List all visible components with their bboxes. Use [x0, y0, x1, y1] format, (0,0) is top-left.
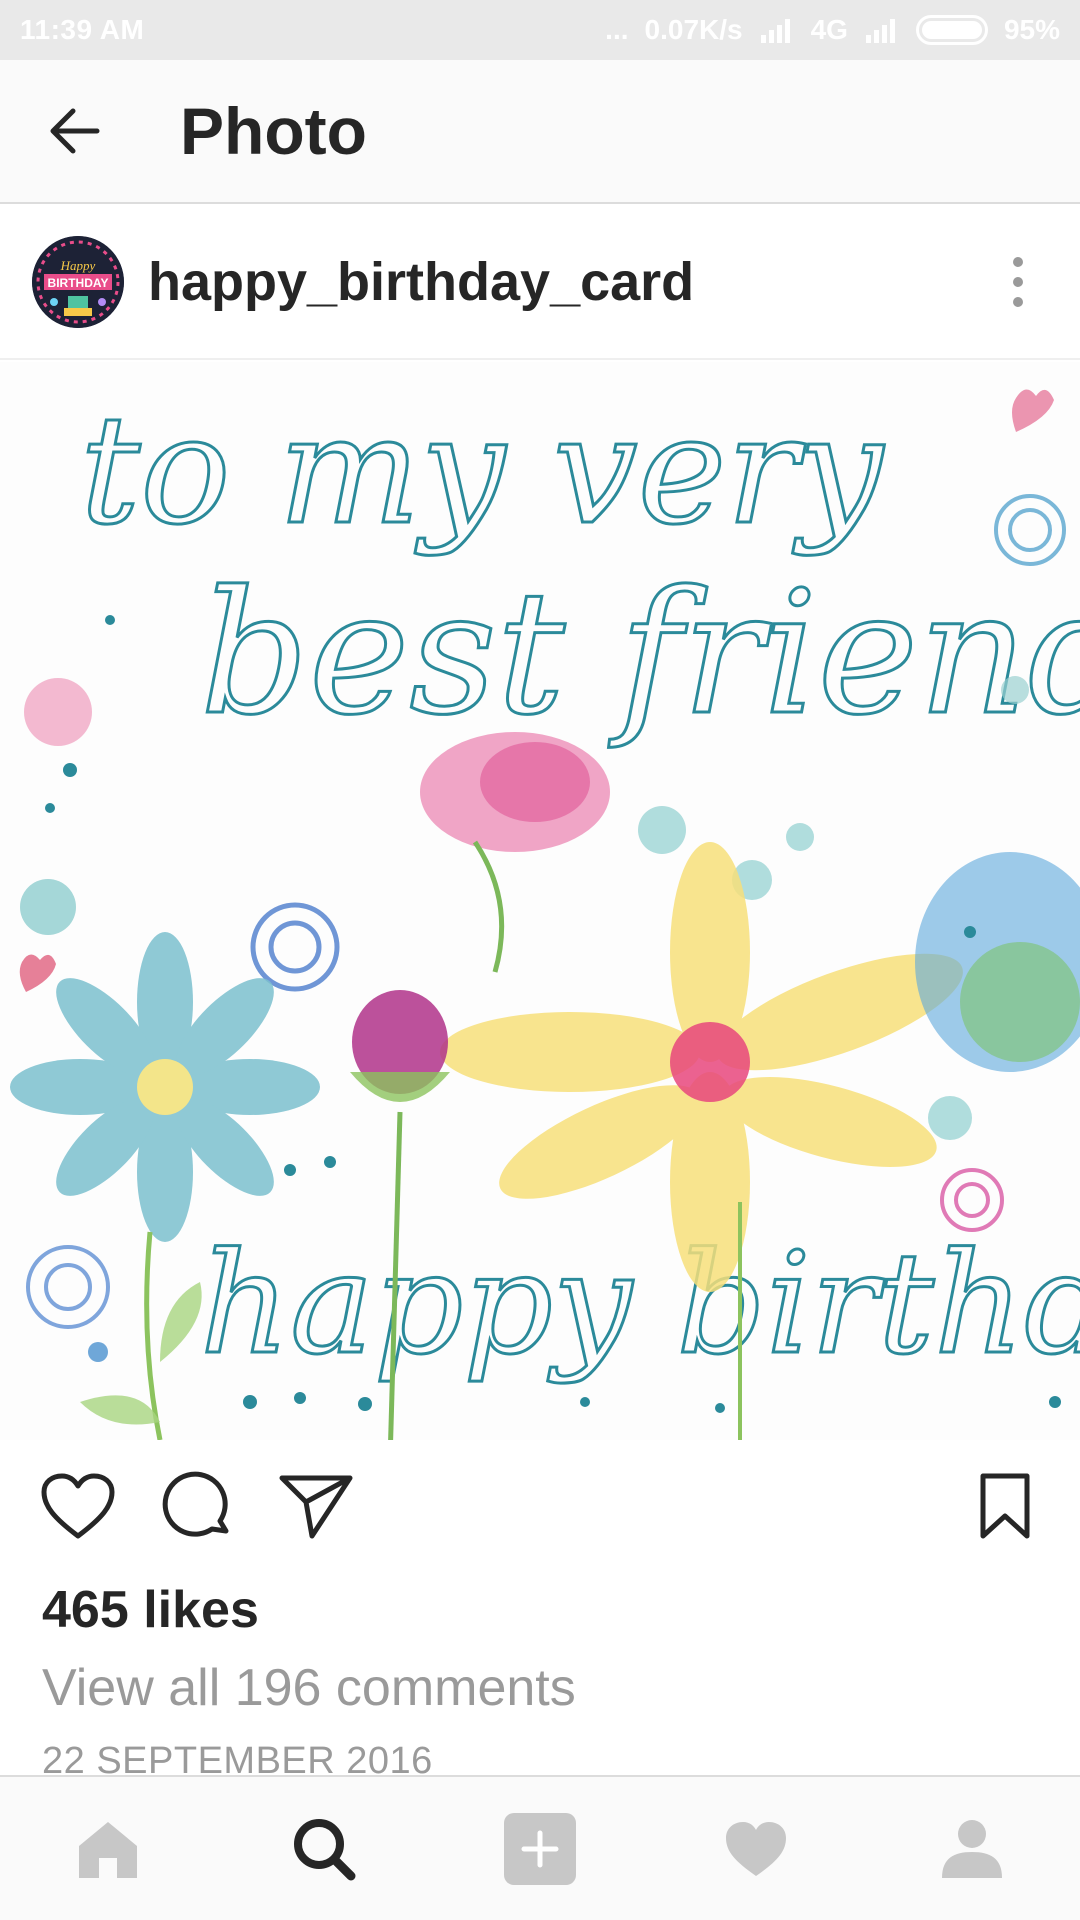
net-speed: 0.07K/s — [644, 14, 743, 45]
avatar-image: Happy BIRTHDAY — [32, 236, 124, 328]
network-type: 4G — [810, 14, 848, 45]
comment-icon — [162, 1471, 229, 1537]
home-icon — [79, 1821, 137, 1878]
post-username[interactable]: happy_birthday_card — [148, 251, 978, 313]
avatar[interactable]: Happy BIRTHDAY — [32, 236, 124, 328]
bookmark-icon — [980, 1473, 1030, 1539]
battery-level: 95% — [1003, 14, 1060, 45]
nav-home[interactable] — [48, 1789, 168, 1909]
page-title: Photo — [180, 94, 367, 168]
post-photo[interactable]: to my very best friend happy birthday — [0, 362, 1080, 1440]
nav-new-post[interactable] — [480, 1789, 600, 1909]
svg-text:best friend: best friend — [200, 555, 1080, 753]
arrow-left-icon — [50, 108, 100, 154]
add-icon — [504, 1812, 576, 1885]
status-indicators: ... 0.07K/s 4G 95% — [605, 14, 1060, 46]
like-button[interactable] — [33, 1462, 123, 1552]
battery-icon — [915, 15, 988, 45]
status-bar: 11:39 AM ... 0.07K/s 4G 95% — [0, 0, 1080, 60]
nav-profile[interactable] — [912, 1789, 1032, 1909]
more-vertical-icon — [1013, 257, 1023, 267]
status-dots: ... — [605, 14, 629, 45]
likes-count[interactable]: 465 likes — [42, 1580, 259, 1640]
comment-button[interactable] — [153, 1462, 243, 1552]
post-header: Happy BIRTHDAY happy_birthday_card — [0, 206, 1080, 360]
share-button[interactable] — [271, 1462, 361, 1552]
more-options-button[interactable] — [978, 232, 1058, 332]
view-all-comments-link[interactable]: View all 196 comments — [42, 1658, 576, 1718]
signal-icon — [865, 19, 895, 43]
heart-icon — [41, 1473, 115, 1539]
search-icon — [294, 1818, 356, 1880]
save-button[interactable] — [960, 1462, 1050, 1552]
nav-activity[interactable] — [696, 1789, 816, 1909]
top-app-bar: Photo — [0, 60, 1080, 204]
birthday-card-image: to my very best friend happy birthday — [0, 362, 1080, 1440]
svg-text:BIRTHDAY: BIRTHDAY — [48, 276, 109, 290]
activity-heart-icon — [726, 1821, 786, 1876]
bottom-navigation — [0, 1775, 1080, 1920]
nav-search[interactable] — [264, 1789, 384, 1909]
svg-text:Happy: Happy — [60, 258, 96, 273]
post-actions — [0, 1440, 1080, 1574]
svg-text:happy birthday: happy birthday — [200, 1223, 1080, 1386]
status-time: 11:39 AM — [20, 14, 145, 45]
back-button[interactable] — [0, 59, 150, 203]
signal-icon — [760, 19, 790, 43]
send-icon — [279, 1475, 353, 1539]
profile-icon — [942, 1819, 1002, 1878]
svg-text:to my very: to my very — [80, 384, 885, 558]
